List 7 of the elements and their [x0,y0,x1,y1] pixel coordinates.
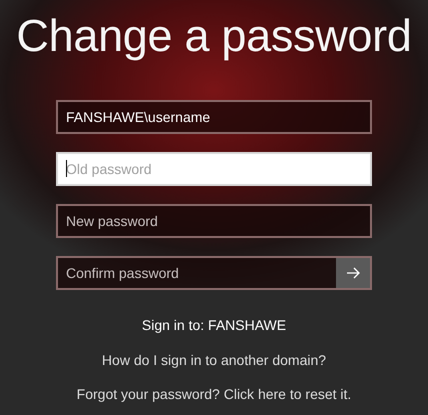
sign-in-domain: Sign in to: FANSHAWE [142,317,286,333]
input-field[interactable]: New password [56,204,372,238]
text-cursor [66,160,67,177]
help-link[interactable]: How do I sign in to another domain? [102,352,326,368]
page-title: Change a password [16,10,412,62]
help-link[interactable]: Forgot your password? Click here to reset it. [76,386,352,402]
input-field[interactable]: FANSHAWE\username [56,100,372,134]
